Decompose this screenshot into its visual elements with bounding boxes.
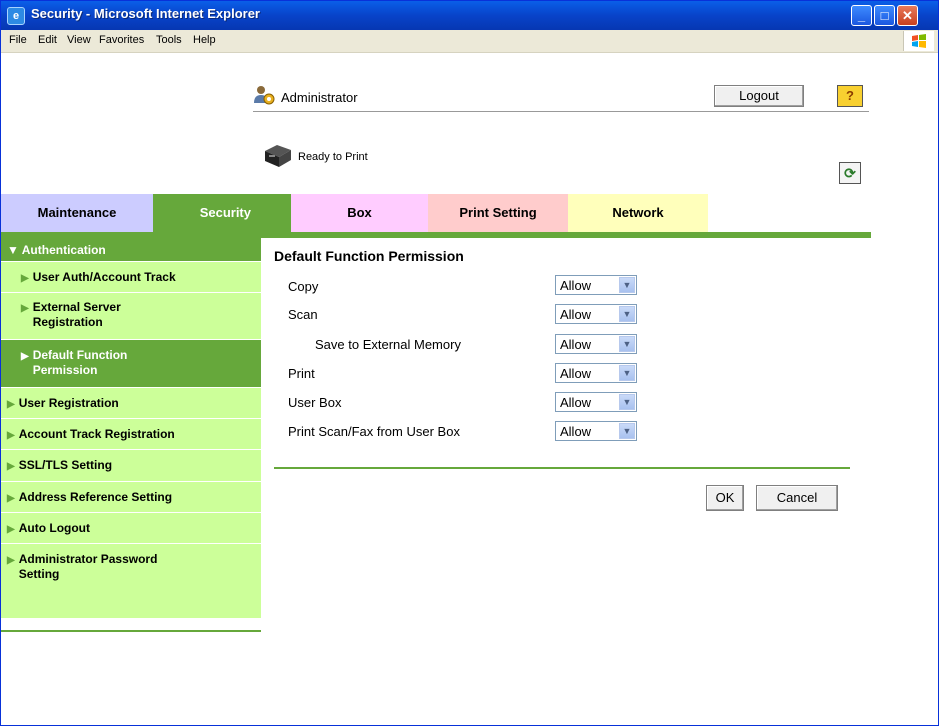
arrow-right-icon: ▶ bbox=[7, 461, 15, 472]
arrow-right-icon: ▶ bbox=[21, 351, 29, 362]
sidebar-item-administrator-password-setting[interactable]: ▶ Administrator Password Setting bbox=[1, 544, 261, 618]
menu-file[interactable]: File bbox=[9, 34, 27, 46]
browser-window: e Security - Microsoft Internet Explorer… bbox=[0, 0, 939, 726]
windows-logo-icon bbox=[912, 34, 926, 48]
windows-flag-area bbox=[903, 31, 934, 51]
arrow-right-icon: ▶ bbox=[7, 555, 15, 566]
window-title: Security - Microsoft Internet Explorer bbox=[31, 6, 260, 21]
page-content: Administrator Logout ? Ready to Print ⟳ … bbox=[1, 53, 938, 725]
save-external-memory-permission-select[interactable]: Allow ▼ bbox=[555, 334, 637, 354]
ok-button[interactable]: OK bbox=[706, 485, 744, 511]
chevron-down-icon[interactable]: ▼ bbox=[619, 277, 635, 293]
sidebar-item-authentication[interactable]: ▼ Authentication bbox=[1, 238, 261, 262]
cancel-button[interactable]: Cancel bbox=[756, 485, 838, 511]
printer-status: Ready to Print bbox=[298, 151, 368, 163]
page-title: Default Function Permission bbox=[274, 248, 464, 264]
print-scan-fax-permission-select[interactable]: Allow ▼ bbox=[555, 421, 637, 441]
tab-security[interactable]: Security bbox=[153, 194, 291, 232]
permission-label-scan: Scan bbox=[288, 307, 318, 322]
sidebar-item-account-track-registration[interactable]: ▶ Account Track Registration bbox=[1, 419, 261, 450]
form-divider bbox=[274, 467, 850, 469]
tab-network[interactable]: Network bbox=[568, 194, 708, 232]
menu-tools[interactable]: Tools bbox=[156, 34, 182, 46]
sidebar-item-address-reference-setting[interactable]: ▶ Address Reference Setting bbox=[1, 482, 261, 513]
administrator-label: Administrator bbox=[281, 90, 358, 105]
menu-view[interactable]: View bbox=[67, 34, 91, 46]
minimize-button[interactable]: _ bbox=[851, 5, 872, 26]
sidebar-divider bbox=[1, 630, 261, 632]
print-permission-select[interactable]: Allow ▼ bbox=[555, 363, 637, 383]
maximize-button[interactable]: □ bbox=[874, 5, 895, 26]
menu-edit[interactable]: Edit bbox=[38, 34, 57, 46]
chevron-down-icon[interactable]: ▼ bbox=[619, 365, 635, 381]
logout-button[interactable]: Logout bbox=[714, 85, 804, 107]
refresh-button[interactable]: ⟳ bbox=[839, 162, 861, 184]
title-bar[interactable]: e Security - Microsoft Internet Explorer… bbox=[1, 1, 938, 30]
administrator-icon bbox=[254, 86, 275, 105]
tab-box[interactable]: Box bbox=[291, 194, 428, 232]
help-button[interactable]: ? bbox=[837, 85, 863, 107]
arrow-right-icon: ▶ bbox=[21, 303, 29, 314]
sidebar-item-user-registration[interactable]: ▶ User Registration bbox=[1, 388, 261, 419]
menu-bar: File Edit View Favorites Tools Help bbox=[1, 30, 938, 53]
menu-help[interactable]: Help bbox=[193, 34, 216, 46]
ie-icon: e bbox=[7, 7, 25, 25]
permission-label-save-external-memory: Save to External Memory bbox=[315, 337, 461, 352]
arrow-right-icon: ▶ bbox=[21, 273, 29, 284]
tab-maintenance[interactable]: Maintenance bbox=[1, 194, 153, 232]
chevron-down-icon[interactable]: ▼ bbox=[619, 336, 635, 352]
close-button[interactable]: ✕ bbox=[897, 5, 918, 26]
scan-permission-select[interactable]: Allow ▼ bbox=[555, 304, 637, 324]
chevron-down-icon[interactable]: ▼ bbox=[619, 423, 635, 439]
printer-icon bbox=[265, 145, 291, 167]
permission-label-copy: Copy bbox=[288, 279, 319, 294]
sidebar-item-auto-logout[interactable]: ▶ Auto Logout bbox=[1, 513, 261, 544]
tab-print-setting[interactable]: Print Setting bbox=[428, 194, 568, 232]
sidebar-item-default-function-permission[interactable]: ▶ Default Function Permission bbox=[1, 340, 261, 388]
sidebar-item-external-server-registration[interactable]: ▶ External Server Registration bbox=[1, 293, 261, 340]
arrow-right-icon: ▶ bbox=[7, 524, 15, 535]
chevron-down-icon[interactable]: ▼ bbox=[619, 394, 635, 410]
arrow-right-icon: ▶ bbox=[7, 399, 15, 410]
permission-label-print: Print bbox=[288, 366, 315, 381]
copy-permission-select[interactable]: Allow ▼ bbox=[555, 275, 637, 295]
user-box-permission-select[interactable]: Allow ▼ bbox=[555, 392, 637, 412]
sidebar-item-ssl-tls-setting[interactable]: ▶ SSL/TLS Setting bbox=[1, 450, 261, 482]
header-divider bbox=[253, 111, 869, 112]
arrow-right-icon: ▶ bbox=[7, 493, 15, 504]
arrow-right-icon: ▶ bbox=[7, 430, 15, 441]
sidebar-item-user-auth-account-track[interactable]: ▶ User Auth/Account Track bbox=[1, 262, 261, 293]
expanded-arrow-icon: ▼ bbox=[7, 243, 22, 257]
permission-label-print-scan-fax: Print Scan/Fax from User Box bbox=[288, 424, 460, 439]
chevron-down-icon[interactable]: ▼ bbox=[619, 306, 635, 322]
menu-favorites[interactable]: Favorites bbox=[99, 34, 144, 46]
permission-label-user-box: User Box bbox=[288, 395, 342, 410]
